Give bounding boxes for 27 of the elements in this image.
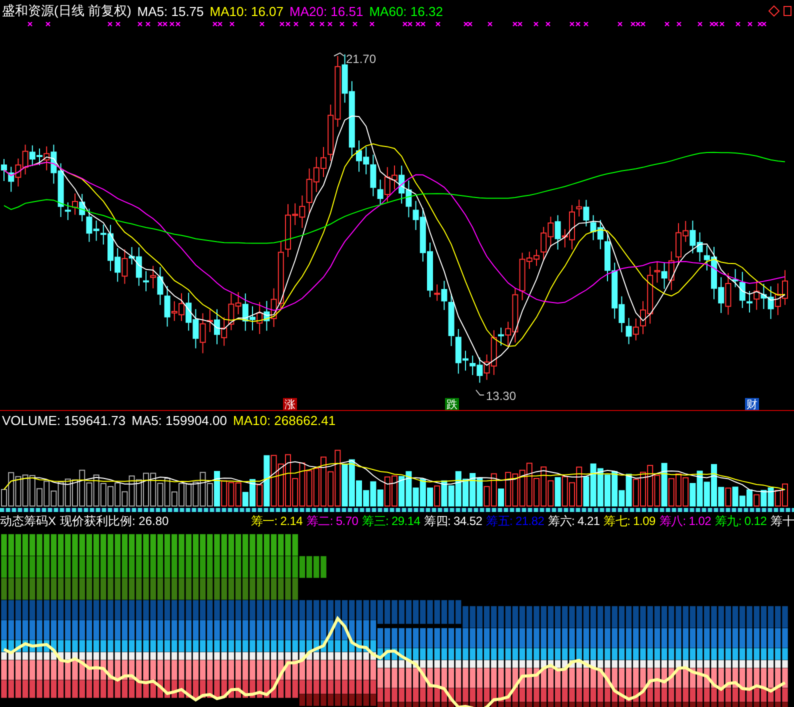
chip-group-value: 筹八: 1.02 <box>659 512 711 530</box>
diamond-icon[interactable] <box>768 5 780 17</box>
chip-group-value: 筹一: 2.14 <box>250 512 302 530</box>
signal-badge: 跌 <box>445 398 459 410</box>
signal-badge: 涨 <box>283 398 297 410</box>
indicator-value: VOLUME: 159641.73 <box>2 413 126 428</box>
chip-group-value: 筹七: 1.09 <box>604 512 656 530</box>
panel-title: 动态筹码X <box>0 512 56 530</box>
chip-group-value: 筹二: 5.70 <box>306 512 358 530</box>
signal-badge: 财 <box>745 398 759 410</box>
chip-group-value: 筹四: 34.52 <box>424 512 482 530</box>
indicator-value: MA5: 159904.00 <box>132 413 227 428</box>
indicator-value: MA60: 16.32 <box>369 4 443 18</box>
chip-group-value: 筹十 <box>770 512 794 530</box>
price-label: 21.70 <box>334 52 376 66</box>
profit-ratio: 现价获利比例: 26.80 <box>60 512 169 530</box>
chip-group-value: 筹九: 0.12 <box>714 512 767 530</box>
indicator-value: MA20: 16.51 <box>290 4 364 18</box>
chip-group-value: 筹三: 29.14 <box>362 512 420 530</box>
indicator-value: MA5: 15.75 <box>137 4 204 18</box>
chip-group-value: 筹六: 4.21 <box>548 512 600 530</box>
indicator-value: MA10: 16.07 <box>210 4 284 18</box>
chip-group-value: 筹五: 21.82 <box>486 512 544 530</box>
indicator-value: MA10: 268662.41 <box>232 413 336 428</box>
square-icon[interactable] <box>784 6 792 16</box>
price-label: 13.30 <box>476 389 516 403</box>
chart-title: 盛和资源(日线 前复权) <box>2 2 132 20</box>
